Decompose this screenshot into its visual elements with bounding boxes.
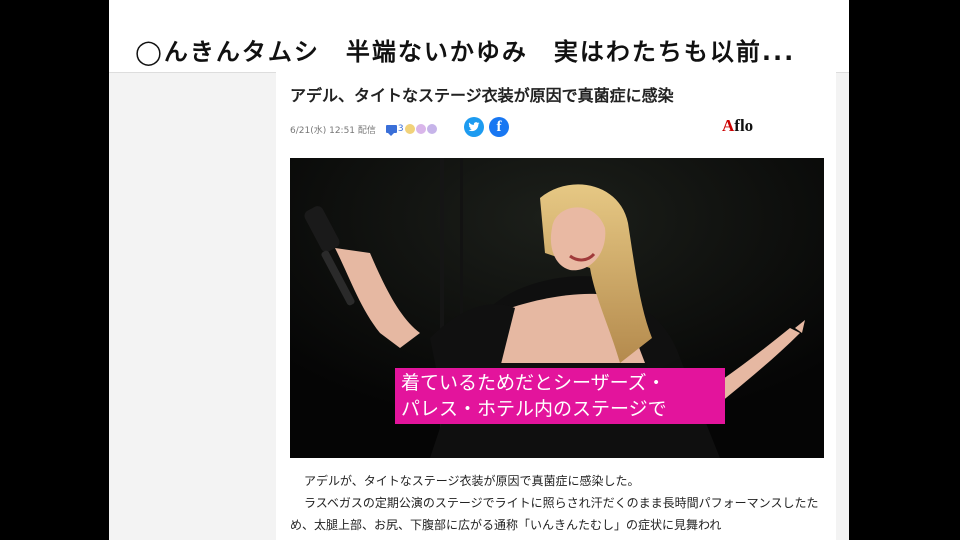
article-card: アデル、タイトなステージ衣装が原因で真菌症に感染 6/21(水) 12:51 配… bbox=[276, 72, 836, 540]
facebook-icon: f bbox=[496, 118, 502, 135]
photo-credit-logo: Aflo bbox=[722, 116, 754, 135]
body-paragraph: アデルが、タイトなステージ衣装が原因で真菌症に感染した。 bbox=[304, 474, 640, 488]
banner-text: ◯んきんタムシ 半端ないかゆみ 実はわたちも以前... bbox=[135, 38, 796, 66]
body-paragraph: ラスベガスの定期公演のステージでライトに照らされ汗だくのまま長時間パフォーマンス… bbox=[290, 496, 819, 532]
article-photo[interactable]: 着ているためだとシーザーズ・ パレス・ホテル内のステージで bbox=[290, 158, 824, 458]
reaction-think-icon[interactable] bbox=[415, 124, 426, 134]
article-title[interactable]: アデル、タイトなステージ衣装が原因で真菌症に感染 bbox=[290, 82, 674, 106]
reaction-happy-icon[interactable] bbox=[404, 124, 415, 134]
video-caption: 着ているためだとシーザーズ・ パレス・ホテル内のステージで bbox=[395, 368, 725, 424]
comment-icon[interactable] bbox=[385, 125, 397, 136]
overlay-banner: ◯んきんタムシ 半端ないかゆみ 実はわたちも以前... bbox=[109, 0, 849, 73]
browser-viewport: ◯んきんタムシ 半端ないかゆみ 実はわたちも以前... アデル、タイトなステージ… bbox=[109, 0, 849, 540]
reaction-sad-icon[interactable] bbox=[426, 124, 437, 134]
twitter-share-button[interactable] bbox=[464, 117, 484, 137]
comment-count[interactable]: 3 bbox=[398, 124, 404, 134]
facebook-share-button[interactable]: f bbox=[489, 117, 509, 137]
publish-date: 6/21(水) 12:51 配信 bbox=[290, 125, 376, 136]
article-meta: 6/21(水) 12:51 配信 3 bbox=[290, 122, 437, 136]
twitter-icon bbox=[468, 122, 480, 132]
article-body: アデルが、タイトなステージ衣装が原因で真菌症に感染した。 ラスベガスの定期公演の… bbox=[290, 470, 830, 536]
